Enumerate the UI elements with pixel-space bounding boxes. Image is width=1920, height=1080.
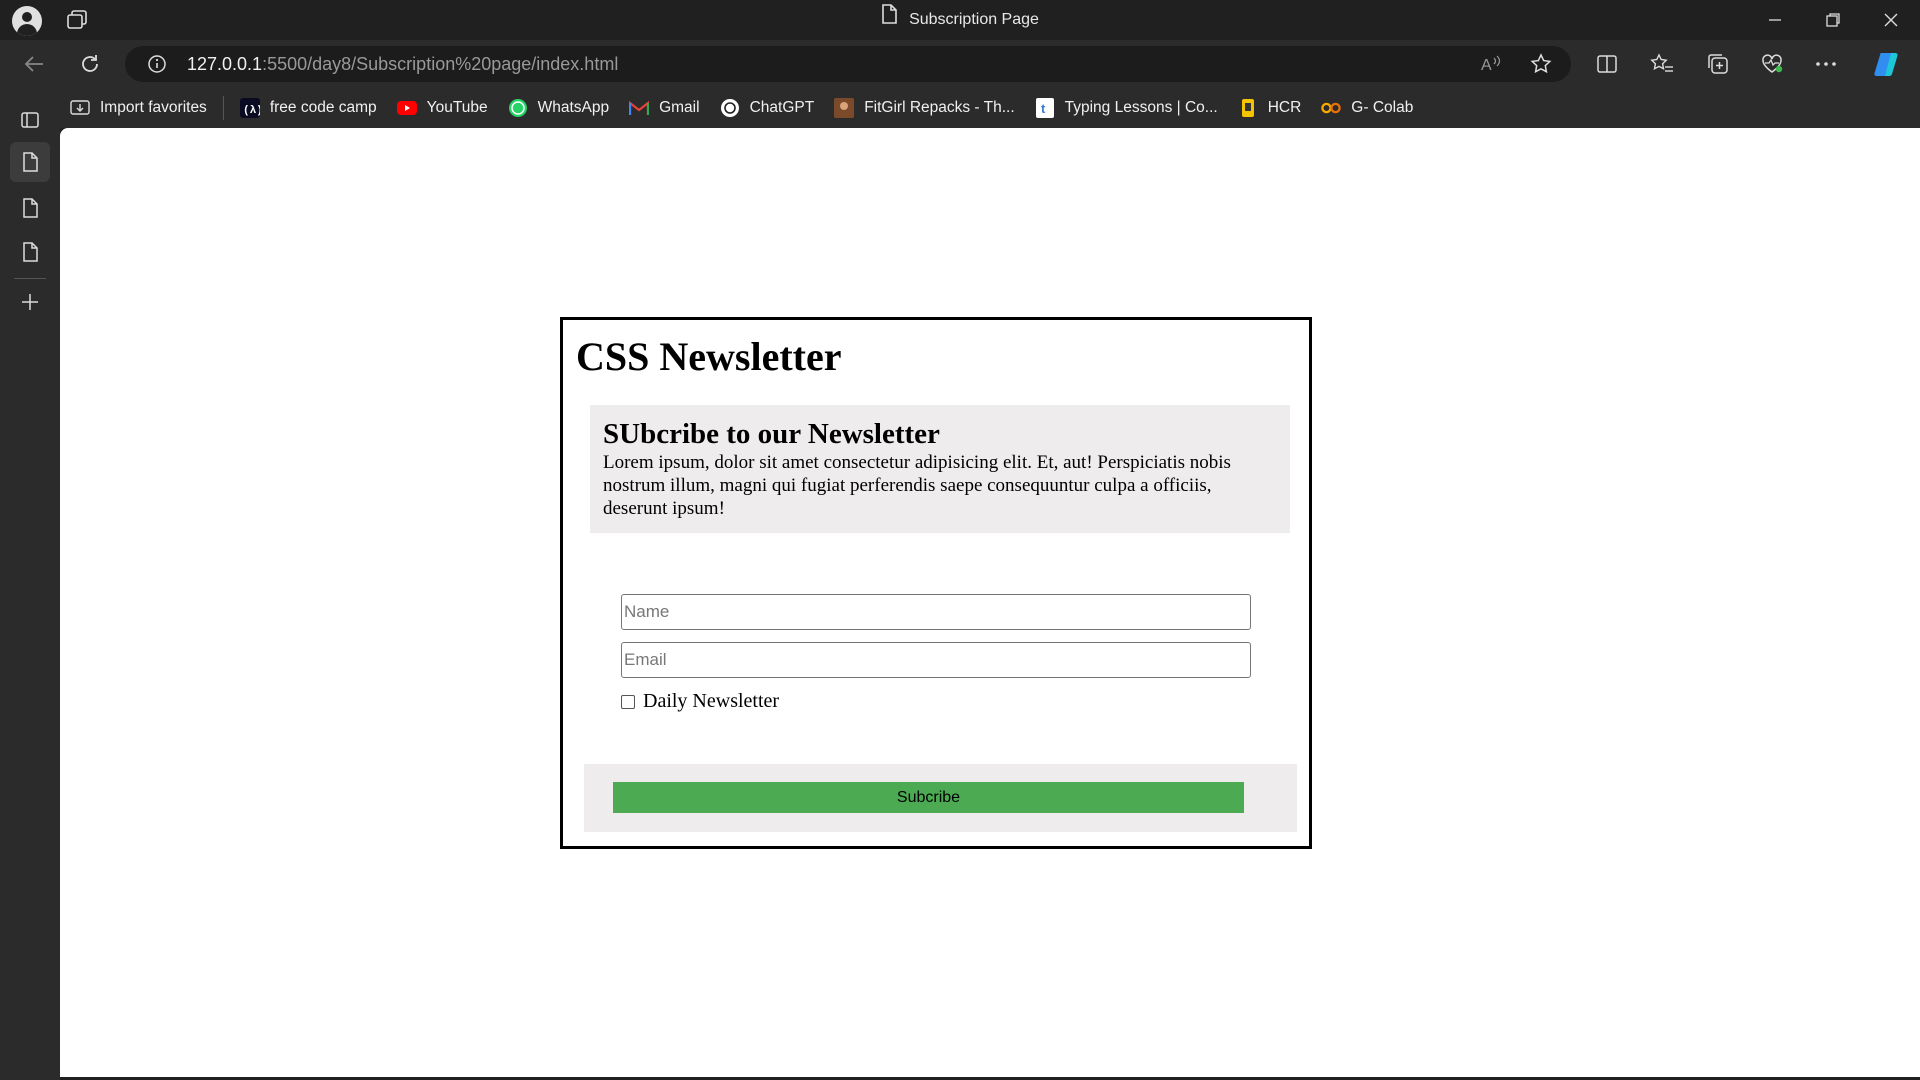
bookmark-free-code-camp[interactable]: (λ) free code camp xyxy=(230,91,387,125)
restore-button[interactable] xyxy=(1804,0,1862,40)
gmail-icon xyxy=(629,98,650,118)
intro-panel: SUbcribe to our Newsletter Lorem ipsum, … xyxy=(590,405,1290,533)
bookmark-label: Typing Lessons | Co... xyxy=(1064,99,1218,116)
panel-text: Lorem ipsum, dolor sit amet consectetur … xyxy=(603,452,1231,519)
svg-text:(λ): (λ) xyxy=(243,105,260,117)
tab-page-2[interactable] xyxy=(10,188,50,228)
panel-title: SUbcribe to our Newsletter xyxy=(603,418,940,450)
fitgirl-icon xyxy=(834,98,855,118)
window-title: Subscription Page xyxy=(0,0,1920,40)
checkbox-label[interactable]: Daily Newsletter xyxy=(643,690,779,713)
sidebar-divider xyxy=(14,278,46,279)
tab-subscription-page[interactable] xyxy=(10,142,50,182)
typing-icon: t xyxy=(1035,98,1055,118)
url-text[interactable]: 127.0.0.1:5500/day8/Subscription%20page/… xyxy=(187,46,618,82)
newsletter-card: CSS Newsletter SUbcribe to our Newslette… xyxy=(560,317,1312,849)
email-input[interactable]: Email xyxy=(621,642,1251,678)
bookmark-label: YouTube xyxy=(426,99,488,116)
close-button[interactable] xyxy=(1862,0,1920,40)
favorites-icon[interactable] xyxy=(1642,44,1682,84)
read-aloud-icon[interactable]: A xyxy=(1471,44,1511,84)
whatsapp-icon xyxy=(508,98,528,118)
back-icon[interactable] xyxy=(14,44,54,84)
page-icon xyxy=(881,0,897,40)
copilot-icon[interactable] xyxy=(1866,44,1906,84)
bookmark-hcr[interactable]: HCR xyxy=(1228,91,1312,125)
bookmark-label: Gmail xyxy=(659,99,700,116)
collections-icon[interactable] xyxy=(1698,44,1738,84)
youtube-icon xyxy=(396,98,417,118)
bookmark-colab[interactable]: G- Colab xyxy=(1311,91,1423,125)
split-screen-icon[interactable] xyxy=(1587,44,1627,84)
site-info-icon[interactable] xyxy=(137,44,177,84)
chatgpt-icon xyxy=(720,98,740,118)
import-icon xyxy=(70,98,90,118)
bookmark-gmail[interactable]: Gmail xyxy=(619,91,709,125)
bookmark-import-favorites[interactable]: Import favorites xyxy=(60,91,217,125)
daily-newsletter-option: Daily Newsletter xyxy=(621,690,779,713)
window-title-text: Subscription Page xyxy=(909,11,1039,29)
more-options-icon[interactable] xyxy=(1806,44,1846,84)
tab-actions-icon[interactable] xyxy=(10,100,50,140)
bookmark-whatsapp[interactable]: WhatsApp xyxy=(498,91,620,125)
tab-page-3[interactable] xyxy=(10,232,50,272)
browser-essentials-icon[interactable] xyxy=(1752,44,1792,84)
minimize-button[interactable] xyxy=(1746,0,1804,40)
browser-toolbar: 127.0.0.1:5500/day8/Subscription%20page/… xyxy=(0,40,1920,88)
name-input[interactable]: Name xyxy=(621,594,1251,630)
bookmark-label: G- Colab xyxy=(1351,99,1414,116)
refresh-icon[interactable] xyxy=(70,44,110,84)
address-bar[interactable]: 127.0.0.1:5500/day8/Subscription%20page/… xyxy=(125,46,1571,82)
bookmark-label: FitGirl Repacks - Th... xyxy=(864,99,1015,116)
colab-icon xyxy=(1321,98,1342,118)
subscribe-button[interactable]: Subcribe xyxy=(613,782,1244,813)
bookmark-fitgirl[interactable]: FitGirl Repacks - Th... xyxy=(824,91,1024,125)
favorites-bar: Import favorites (λ) free code camp YouT… xyxy=(60,88,1920,128)
svg-text:t: t xyxy=(1041,101,1046,116)
bookmark-chatgpt[interactable]: ChatGPT xyxy=(710,91,825,125)
bookmarks-separator xyxy=(222,96,224,120)
submit-container: Subcribe xyxy=(584,764,1297,832)
vertical-tabs-sidebar xyxy=(0,88,60,1080)
hcr-icon xyxy=(1238,98,1258,118)
favorite-star-icon[interactable] xyxy=(1521,44,1561,84)
bookmark-label: WhatsApp xyxy=(537,99,610,116)
title-bar: Subscription Page xyxy=(0,0,1920,40)
freecodecamp-icon: (λ) xyxy=(239,98,260,118)
url-path: :5500/day8/Subscription%20page/index.htm… xyxy=(262,54,619,74)
svg-text:A: A xyxy=(1481,57,1492,74)
bookmark-label: free code camp xyxy=(269,99,377,116)
bookmark-label: ChatGPT xyxy=(749,99,815,116)
url-host: 127.0.0.1 xyxy=(187,54,263,74)
bookmark-youtube[interactable]: YouTube xyxy=(387,91,498,125)
daily-newsletter-checkbox[interactable] xyxy=(621,694,635,709)
bookmark-label: Import favorites xyxy=(100,99,207,116)
bookmark-label: HCR xyxy=(1267,99,1302,116)
page-title: CSS Newsletter xyxy=(576,334,842,379)
bookmark-typing-lessons[interactable]: t Typing Lessons | Co... xyxy=(1025,91,1228,125)
new-tab-icon[interactable] xyxy=(10,282,50,322)
